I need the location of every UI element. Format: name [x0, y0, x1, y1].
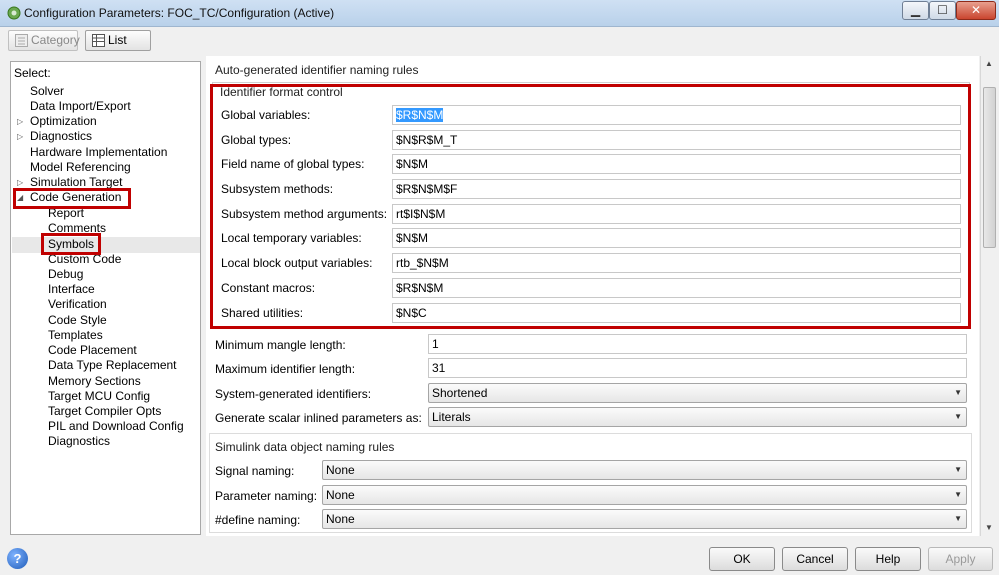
expand-arrow-icon[interactable]: ▷ — [17, 114, 27, 129]
gear-icon — [7, 6, 21, 20]
tree-item-pil-and-download-config[interactable]: PIL and Download Config — [48, 419, 184, 434]
help-icon[interactable]: ? — [7, 548, 28, 569]
category-button[interactable]: Category — [8, 30, 80, 51]
close-button[interactable]: ✕ — [956, 1, 996, 20]
scalar-inlined-parameters-select[interactable]: Literals ▼ — [428, 407, 967, 427]
tree-item-code-placement[interactable]: Code Placement — [48, 343, 137, 358]
tree-item-interface[interactable]: Interface — [48, 282, 95, 297]
select-label: Select: — [14, 66, 51, 80]
identifier-format-highlight — [210, 84, 971, 329]
auto-naming-title: Auto-generated identifier naming rules — [215, 63, 419, 77]
category-icon — [15, 34, 28, 47]
tree-item-target-mcu-config[interactable]: Target MCU Config — [48, 389, 150, 404]
window-title: Configuration Parameters: FOC_TC/Configu… — [24, 6, 335, 20]
expand-arrow-icon[interactable]: ▷ — [17, 129, 27, 144]
list-button[interactable]: List — [85, 30, 151, 51]
max-identifier-length-field[interactable]: 31 — [428, 358, 967, 378]
scalar-inlined-label: Generate scalar inlined parameters as: — [215, 411, 422, 425]
code-generation-highlight — [13, 188, 131, 209]
scrollbar-thumb[interactable] — [983, 87, 996, 248]
tree-item-model-referencing[interactable]: Model Referencing — [30, 160, 131, 175]
tree-item-hardware-implementation[interactable]: Hardware Implementation — [30, 145, 167, 160]
define-naming-label: #define naming: — [215, 513, 301, 527]
tree-item-debug[interactable]: Debug — [48, 267, 83, 282]
system-generated-label: System-generated identifiers: — [215, 387, 372, 401]
maximize-button[interactable]: ☐ — [929, 1, 956, 20]
tree-item-solver[interactable]: Solver — [30, 84, 64, 99]
title-bar: Configuration Parameters: FOC_TC/Configu… — [0, 0, 999, 27]
min-mangle-length-field[interactable]: 1 — [428, 334, 967, 354]
scroll-down-arrow-icon[interactable]: ▼ — [981, 520, 997, 536]
settings-pane: Auto-generated identifier naming rules I… — [206, 56, 979, 536]
apply-button[interactable]: Apply — [928, 547, 993, 571]
simulink-naming-title: Simulink data object naming rules — [215, 440, 395, 454]
define-naming-select[interactable]: None ▼ — [322, 509, 967, 529]
dropdown-arrow-icon: ▼ — [954, 412, 962, 421]
tree-item-code-style[interactable]: Code Style — [48, 313, 107, 328]
tree-item-diagnostics[interactable]: Diagnostics — [30, 129, 92, 144]
category-tree[interactable]: Select: Solver Data Import/Export ▷ Opti… — [10, 61, 201, 535]
define-naming-value: None — [326, 512, 355, 526]
system-generated-identifiers-select[interactable]: Shortened ▼ — [428, 383, 967, 403]
parameter-naming-select[interactable]: None ▼ — [322, 485, 967, 505]
tree-item-diagnostics-sub[interactable]: Diagnostics — [48, 434, 110, 449]
list-icon — [92, 34, 105, 47]
scroll-up-arrow-icon[interactable]: ▲ — [981, 56, 997, 72]
signal-naming-select[interactable]: None ▼ — [322, 460, 967, 480]
tree-item-verification[interactable]: Verification — [48, 297, 107, 312]
scalar-inlined-value: Literals — [432, 410, 471, 424]
symbols-highlight — [41, 233, 101, 255]
parameter-naming-value: None — [326, 488, 355, 502]
tree-item-data-type-replacement[interactable]: Data Type Replacement — [48, 358, 177, 373]
tree-item-templates[interactable]: Templates — [48, 328, 103, 343]
ok-button[interactable]: OK — [709, 547, 775, 571]
dropdown-arrow-icon: ▼ — [954, 514, 962, 523]
tree-item-optimization[interactable]: Optimization — [30, 114, 97, 129]
max-identifier-label: Maximum identifier length: — [215, 362, 356, 376]
tree-item-target-compiler-opts[interactable]: Target Compiler Opts — [48, 404, 161, 419]
tree-item-data-import-export[interactable]: Data Import/Export — [30, 99, 131, 114]
signal-naming-label: Signal naming: — [215, 464, 295, 478]
vertical-scrollbar[interactable]: ▲ ▼ — [980, 56, 997, 536]
tree-item-memory-sections[interactable]: Memory Sections — [48, 374, 141, 389]
list-button-label: List — [108, 33, 127, 47]
help-button[interactable]: Help — [855, 547, 921, 571]
minimize-button[interactable]: ▁ — [902, 1, 929, 20]
dropdown-arrow-icon: ▼ — [954, 465, 962, 474]
category-button-label: Category — [31, 33, 80, 47]
system-generated-value: Shortened — [432, 386, 488, 400]
dropdown-arrow-icon: ▼ — [954, 490, 962, 499]
min-mangle-label: Minimum mangle length: — [215, 338, 346, 352]
dropdown-arrow-icon: ▼ — [954, 388, 962, 397]
cancel-button[interactable]: Cancel — [782, 547, 848, 571]
signal-naming-value: None — [326, 463, 355, 477]
parameter-naming-label: Parameter naming: — [215, 489, 318, 503]
